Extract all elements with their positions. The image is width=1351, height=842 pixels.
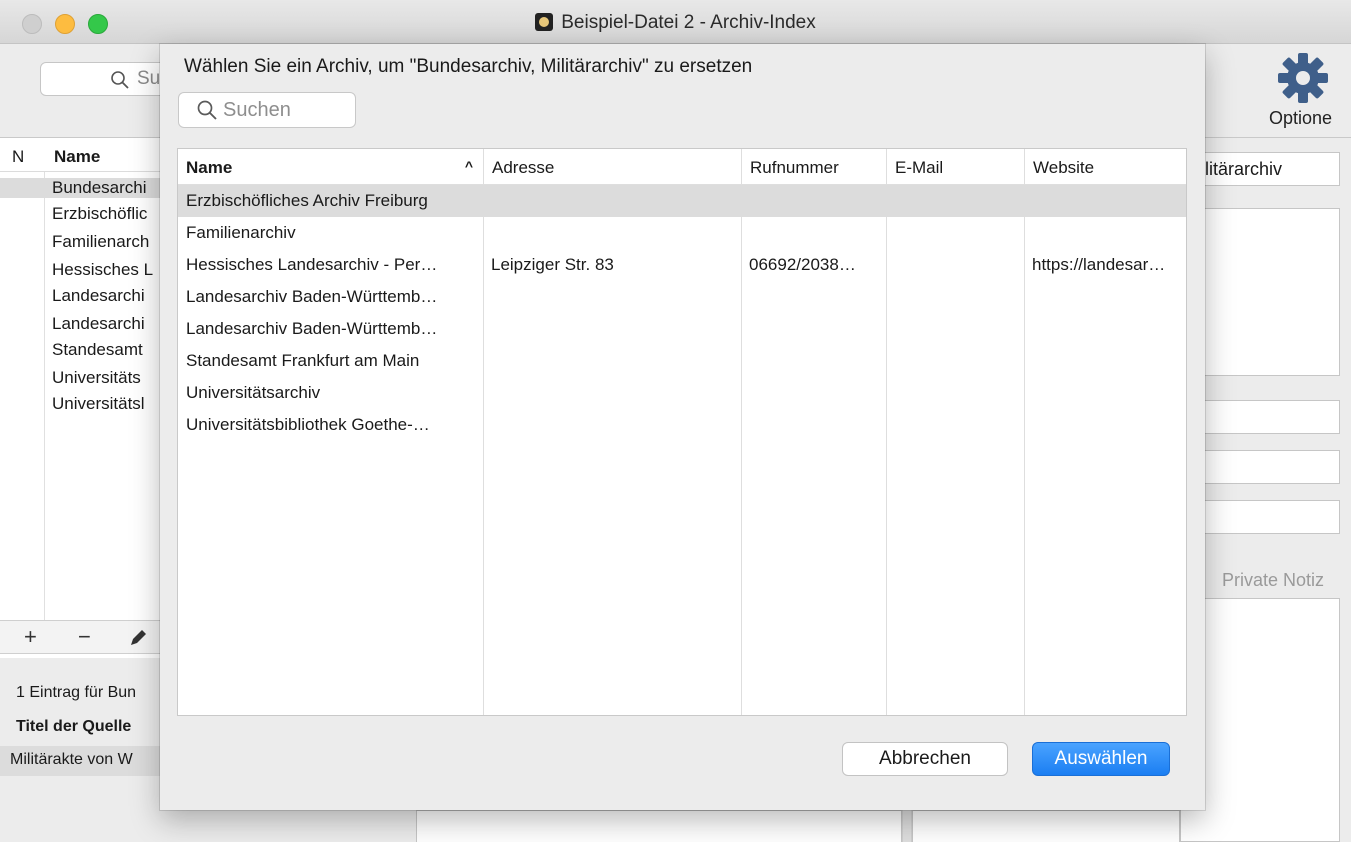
list-actions-bar: + − [0,620,180,654]
cell-name: Standesamt Frankfurt am Main [186,351,420,370]
cell-name: Universitätsarchiv [186,383,321,402]
select-archive-dialog: Wählen Sie ein Archiv, um "Bundesarchiv,… [160,44,1205,810]
select-button[interactable]: Auswählen [1032,742,1170,776]
document-app-icon [535,13,554,31]
column-header-website[interactable]: Website [1024,149,1186,185]
cell-website: https://landesar… [1032,255,1166,274]
column-header-n[interactable]: N [12,147,24,167]
cell-phone [741,377,881,409]
main-window: Beispiel-Datei 2 - Archiv-Index Su Optio… [0,0,1351,842]
title-bar: Beispiel-Datei 2 - Archiv-Index [0,0,1351,44]
main-search-placeholder: Su [137,68,161,89]
window-title-group: Beispiel-Datei 2 - Archiv-Index [0,12,1351,34]
sort-ascending-icon: ^ [464,158,473,174]
cell-phone [741,217,881,249]
cell-name: Universitätsbibliothek Goethe-… [186,415,430,434]
sources-panel: 1 Eintrag für Bun Titel der Quelle Milit… [0,658,180,842]
cell-email [886,313,1020,345]
edit-pencil-icon[interactable] [128,628,148,648]
archive-name-value: ilitärarchiv [1201,159,1283,179]
cell-address [483,185,737,217]
dialog-search-input[interactable] [223,97,349,123]
private-note-label: Private Notiz [1222,570,1325,590]
detail-area[interactable] [912,810,1180,842]
cell-website [1024,217,1184,249]
entry-count-text: 1 Eintrag für Bun [16,684,137,701]
cell-website [1024,313,1184,345]
archive-list-header: N Name [0,138,180,172]
cell-address [483,281,737,313]
table-row[interactable]: Hessisches Landesarchiv - Per… Leipziger… [178,249,1186,281]
column-header-name-label: Name [186,158,233,177]
cell-website [1024,409,1184,441]
cell-name: Erzbischöfliches Archiv Freiburg [186,191,428,210]
cell-address [483,345,737,377]
cell-address [483,377,737,409]
cell-address [483,409,737,441]
dialog-title: Wählen Sie ein Archiv, um "Bundesarchiv,… [184,56,753,77]
cell-name: Familienarchiv [186,223,296,242]
column-header-email[interactable]: E-Mail [886,149,1024,185]
cell-phone [741,345,881,377]
cell-name: Landesarchiv Baden-Württemb… [186,287,438,306]
cell-email [886,377,1020,409]
cell-website [1024,345,1184,377]
search-icon [197,100,217,120]
split-divider[interactable] [902,810,912,842]
table-row[interactable]: Familienarchiv [178,217,1186,249]
cell-name: Landesarchiv Baden-Württemb… [186,319,438,338]
table-row[interactable]: Landesarchiv Baden-Württemb… [178,313,1186,345]
options-label: Optione [1269,108,1333,128]
table-row[interactable]: Universitätsarchiv [178,377,1186,409]
table-row[interactable]: Landesarchiv Baden-Württemb… [178,281,1186,313]
search-icon [111,71,129,89]
column-header-name[interactable]: Name [54,147,100,167]
table-row[interactable]: Erzbischöfliches Archiv Freiburg [178,185,1186,217]
add-archive-button[interactable]: + [24,624,37,650]
source-row[interactable]: Militärakte von W [0,746,180,776]
center-text-area[interactable] [416,810,902,842]
list-item[interactable]: Bundesarchi [0,178,180,198]
cell-phone [741,185,881,217]
cell-phone [741,281,881,313]
archive-table: Name ^ Adresse Rufnummer E-Mail Website … [177,148,1187,716]
cell-address: Leipziger Str. 83 [491,255,614,274]
window-title: Beispiel-Datei 2 - Archiv-Index [561,12,816,33]
cell-phone: 06692/2038… [749,255,856,274]
cell-website [1024,281,1184,313]
cell-email [886,185,1020,217]
cell-email [886,345,1020,377]
column-header-name[interactable]: Name ^ [178,149,483,185]
column-divider [44,172,45,622]
cell-phone [741,313,881,345]
cell-website [1024,377,1184,409]
cell-address [483,313,737,345]
gear-icon [1278,53,1328,103]
column-header-phone[interactable]: Rufnummer [741,149,886,185]
cancel-button[interactable]: Abbrechen [842,742,1008,776]
cell-email [886,409,1020,441]
dialog-search-field[interactable] [178,92,356,128]
cell-website [1024,185,1184,217]
main-search-field[interactable]: Su [40,62,180,96]
remove-archive-button[interactable]: − [78,624,91,650]
cell-address [483,217,737,249]
cell-email [886,249,1020,281]
table-row[interactable]: Standesamt Frankfurt am Main [178,345,1186,377]
cell-phone [741,409,881,441]
cell-name: Hessisches Landesarchiv - Per… [186,255,438,274]
column-header-address[interactable]: Adresse [483,149,741,185]
cell-email [886,281,1020,313]
table-row[interactable]: Universitätsbibliothek Goethe-… [178,409,1186,441]
table-header: Name ^ Adresse Rufnummer E-Mail Website [178,149,1186,185]
options-button[interactable]: Optione [1265,50,1351,130]
cell-email [886,217,1020,249]
source-title-header[interactable]: Titel der Quelle [16,718,131,736]
